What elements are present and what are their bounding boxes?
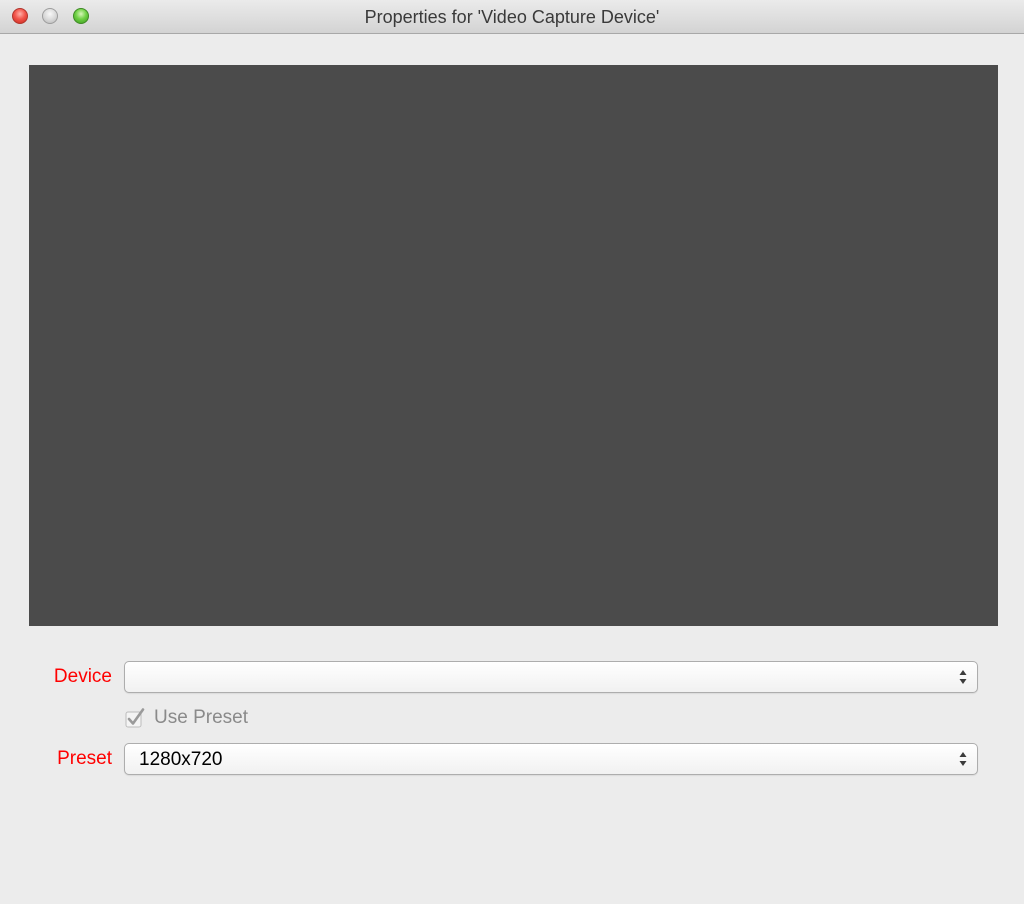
- up-down-arrows-icon: [959, 670, 967, 684]
- properties-window: Properties for 'Video Capture Device' De…: [0, 0, 1024, 904]
- title-bar[interactable]: Properties for 'Video Capture Device': [0, 0, 1024, 34]
- preset-label: Preset: [57, 748, 112, 769]
- use-preset-label: Use Preset: [154, 707, 248, 728]
- checkmark-icon[interactable]: [125, 708, 145, 728]
- device-label: Device: [53, 666, 112, 687]
- window-title: Properties for 'Video Capture Device': [364, 7, 660, 27]
- video-preview: [29, 65, 998, 626]
- device-select[interactable]: [124, 661, 978, 693]
- preset-select[interactable]: 1280x720: [124, 743, 978, 775]
- preset-select-value: 1280x720: [139, 749, 223, 770]
- up-down-arrows-icon: [959, 752, 967, 766]
